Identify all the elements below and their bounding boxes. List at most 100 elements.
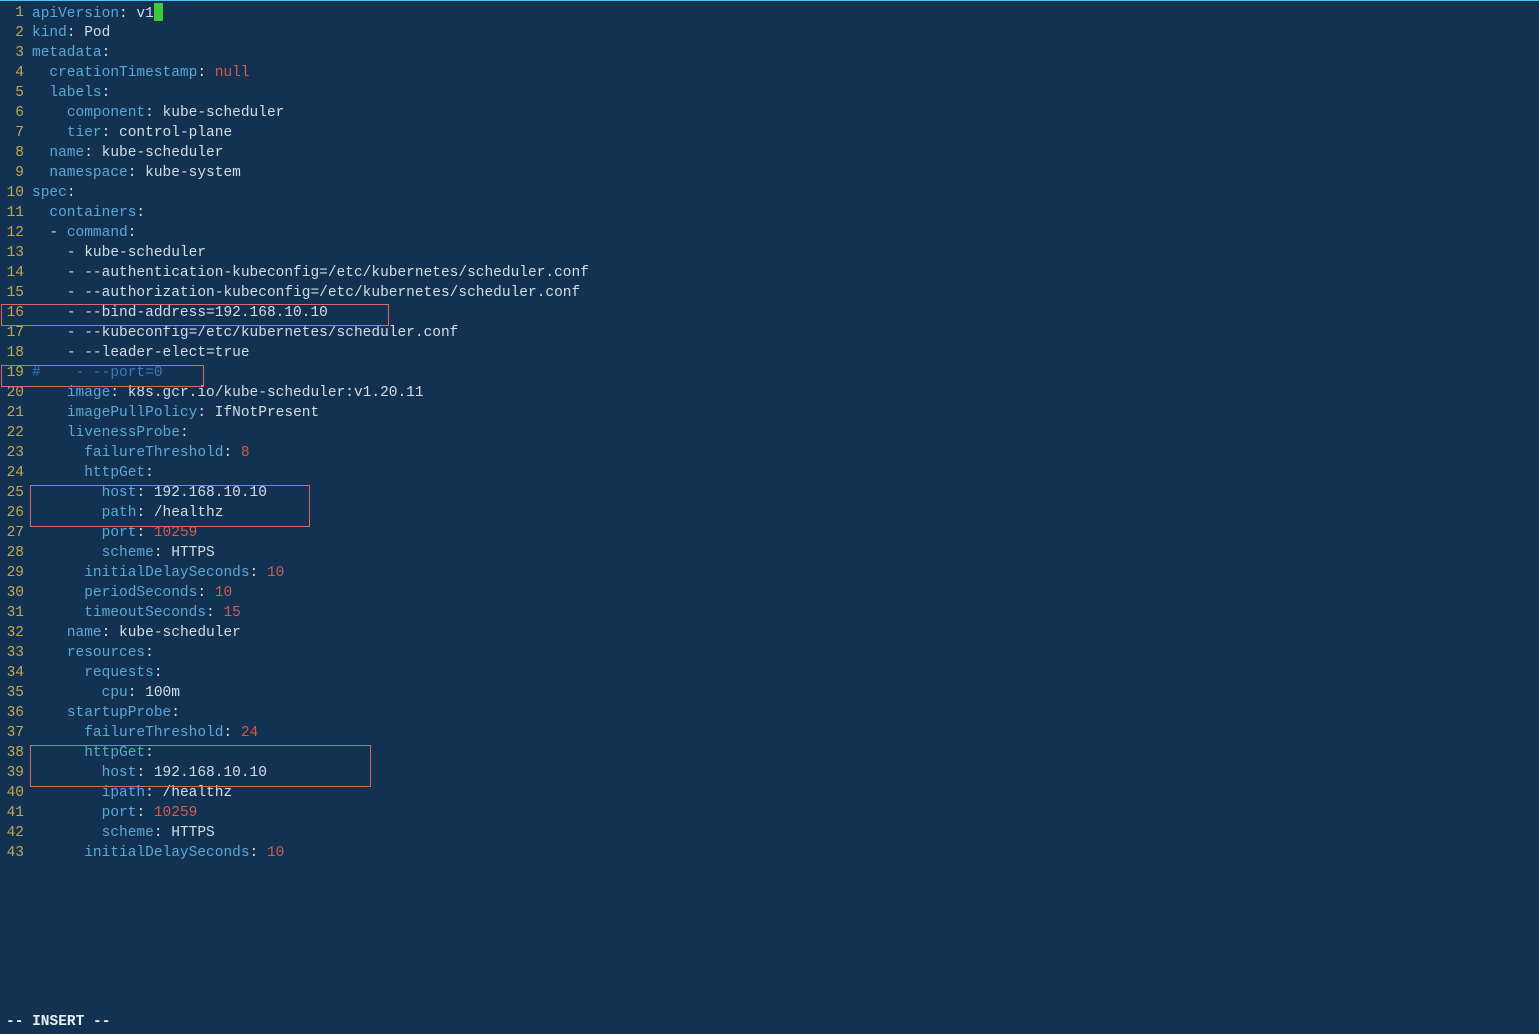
code-content[interactable]: creationTimestamp: null [28, 63, 250, 83]
line-number: 10 [0, 183, 28, 203]
code-content[interactable]: tier: control-plane [28, 123, 232, 143]
code-content[interactable]: port: 10259 [28, 523, 197, 543]
code-line[interactable]: 7 tier: control-plane [0, 123, 1539, 143]
code-line[interactable]: 16 - --bind-address=192.168.10.10 [0, 303, 1539, 323]
code-content[interactable]: periodSeconds: 10 [28, 583, 232, 603]
code-line[interactable]: 17 - --kubeconfig=/etc/kubernetes/schedu… [0, 323, 1539, 343]
token-val [32, 305, 67, 321]
code-line[interactable]: 32 name: kube-scheduler [0, 623, 1539, 643]
code-line[interactable]: 41 port: 10259 [0, 803, 1539, 823]
code-line[interactable]: 6 component: kube-scheduler [0, 103, 1539, 123]
code-content[interactable]: host: 192.168.10.10 [28, 763, 267, 783]
line-number: 40 [0, 783, 28, 803]
code-content[interactable]: scheme: HTTPS [28, 823, 215, 843]
code-line[interactable]: 22 livenessProbe: [0, 423, 1539, 443]
code-content[interactable]: startupProbe: [28, 703, 180, 723]
line-number: 35 [0, 683, 28, 703]
code-line[interactable]: 31 timeoutSeconds: 15 [0, 603, 1539, 623]
code-content[interactable]: initialDelaySeconds: 10 [28, 843, 284, 863]
code-content[interactable]: failureThreshold: 8 [28, 443, 250, 463]
code-content[interactable]: scheme: HTTPS [28, 543, 215, 563]
code-content[interactable]: - command: [28, 223, 136, 243]
code-line[interactable]: 12 - command: [0, 223, 1539, 243]
code-content[interactable]: ipath: /healthz [28, 783, 232, 803]
code-content[interactable]: metadata: [28, 43, 110, 63]
code-line[interactable]: 42 scheme: HTTPS [0, 823, 1539, 843]
token-colon: : [145, 745, 154, 761]
code-line[interactable]: 30 periodSeconds: 10 [0, 583, 1539, 603]
code-line[interactable]: 38 httpGet: [0, 743, 1539, 763]
code-line[interactable]: 24 httpGet: [0, 463, 1539, 483]
code-line[interactable]: 29 initialDelaySeconds: 10 [0, 563, 1539, 583]
code-content[interactable]: livenessProbe: [28, 423, 189, 443]
code-line[interactable]: 18 - --leader-elect=true [0, 343, 1539, 363]
token-val: v1 [136, 6, 153, 22]
code-content[interactable]: namespace: kube-system [28, 163, 241, 183]
code-content[interactable]: image: k8s.gcr.io/kube-scheduler:v1.20.1… [28, 383, 424, 403]
code-line[interactable]: 20 image: k8s.gcr.io/kube-scheduler:v1.2… [0, 383, 1539, 403]
code-line[interactable]: 5 labels: [0, 83, 1539, 103]
code-line[interactable]: 1apiVersion: v1 [0, 3, 1539, 23]
line-number: 4 [0, 63, 28, 83]
code-content[interactable]: - --authorization-kubeconfig=/etc/kubern… [28, 283, 580, 303]
code-line[interactable]: 34 requests: [0, 663, 1539, 683]
code-line[interactable]: 19# - --port=0 [0, 363, 1539, 383]
code-content[interactable]: port: 10259 [28, 803, 197, 823]
code-line[interactable]: 37 failureThreshold: 24 [0, 723, 1539, 743]
code-line[interactable]: 14 - --authentication-kubeconfig=/etc/ku… [0, 263, 1539, 283]
code-line[interactable]: 40 ipath: /healthz [0, 783, 1539, 803]
code-line[interactable]: 8 name: kube-scheduler [0, 143, 1539, 163]
code-line[interactable]: 25 host: 192.168.10.10 [0, 483, 1539, 503]
code-content[interactable]: timeoutSeconds: 15 [28, 603, 241, 623]
code-content[interactable]: component: kube-scheduler [28, 103, 284, 123]
code-content[interactable]: - --bind-address=192.168.10.10 [28, 303, 328, 323]
code-content[interactable]: kind: Pod [28, 23, 110, 43]
code-content[interactable]: - kube-scheduler [28, 243, 206, 263]
code-line[interactable]: 27 port: 10259 [0, 523, 1539, 543]
code-line[interactable]: 35 cpu: 100m [0, 683, 1539, 703]
code-line[interactable]: 33 resources: [0, 643, 1539, 663]
token-colon: : [119, 6, 136, 22]
code-content[interactable]: - --leader-elect=true [28, 343, 250, 363]
token-colon: : [154, 545, 171, 561]
code-line[interactable]: 43 initialDelaySeconds: 10 [0, 843, 1539, 863]
code-content[interactable]: path: /healthz [28, 503, 223, 523]
code-content[interactable]: name: kube-scheduler [28, 143, 223, 163]
code-line[interactable]: 13 - kube-scheduler [0, 243, 1539, 263]
code-content[interactable]: host: 192.168.10.10 [28, 483, 267, 503]
code-line[interactable]: 23 failureThreshold: 8 [0, 443, 1539, 463]
code-line[interactable]: 21 imagePullPolicy: IfNotPresent [0, 403, 1539, 423]
code-content[interactable]: imagePullPolicy: IfNotPresent [28, 403, 319, 423]
code-line[interactable]: 4 creationTimestamp: null [0, 63, 1539, 83]
code-line[interactable]: 28 scheme: HTTPS [0, 543, 1539, 563]
code-content[interactable]: # - --port=0 [28, 363, 163, 383]
code-line[interactable]: 11 containers: [0, 203, 1539, 223]
code-line[interactable]: 36 startupProbe: [0, 703, 1539, 723]
code-content[interactable]: failureThreshold: 24 [28, 723, 258, 743]
token-key: httpGet [84, 465, 145, 481]
code-line[interactable]: 10spec: [0, 183, 1539, 203]
code-line[interactable]: 9 namespace: kube-system [0, 163, 1539, 183]
code-content[interactable]: resources: [28, 643, 154, 663]
code-content[interactable]: - --authentication-kubeconfig=/etc/kuber… [28, 263, 589, 283]
code-line[interactable]: 26 path: /healthz [0, 503, 1539, 523]
code-content[interactable]: - --kubeconfig=/etc/kubernetes/scheduler… [28, 323, 458, 343]
code-content[interactable]: cpu: 100m [28, 683, 180, 703]
code-content[interactable]: spec: [28, 183, 76, 203]
code-line[interactable]: 3metadata: [0, 43, 1539, 63]
code-editor[interactable]: 1apiVersion: v12kind: Pod3metadata:4 cre… [0, 1, 1539, 863]
code-content[interactable]: requests: [28, 663, 163, 683]
code-content[interactable]: httpGet: [28, 743, 154, 763]
code-content[interactable]: containers: [28, 203, 145, 223]
code-line[interactable]: 39 host: 192.168.10.10 [0, 763, 1539, 783]
code-content[interactable]: name: kube-scheduler [28, 623, 241, 643]
code-content[interactable]: labels: [28, 83, 110, 103]
code-content[interactable]: initialDelaySeconds: 10 [28, 563, 284, 583]
token-dash: - [67, 345, 84, 361]
token-val [32, 565, 84, 581]
code-content[interactable]: apiVersion: v1 [28, 3, 163, 23]
line-number: 43 [0, 843, 28, 863]
code-content[interactable]: httpGet: [28, 463, 154, 483]
code-line[interactable]: 2kind: Pod [0, 23, 1539, 43]
code-line[interactable]: 15 - --authorization-kubeconfig=/etc/kub… [0, 283, 1539, 303]
